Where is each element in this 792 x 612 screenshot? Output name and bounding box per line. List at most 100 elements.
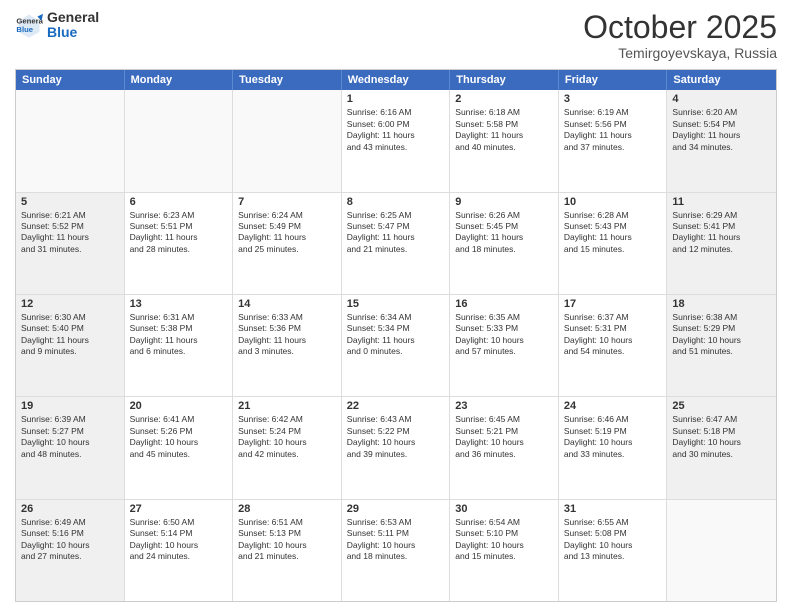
cal-cell: 16Sunrise: 6:35 AMSunset: 5:33 PMDayligh… [450,295,559,396]
cell-text: Sunrise: 6:19 AMSunset: 5:56 PMDaylight:… [564,107,662,153]
cal-cell: 18 Sunrise: 6:38 AMSunset: 5:29 PMDayligh… [667,295,776,396]
cell-text: Sunrise: 6:47 AMSunset: 5:18 PMDaylight:… [672,414,771,460]
cal-cell: 20Sunrise: 6:41 AMSunset: 5:26 PMDayligh… [125,397,234,498]
cell-text: Sunrise: 6:24 AMSunset: 5:49 PMDaylight:… [238,210,336,256]
day-number: 3 [564,93,662,105]
calendar-body: 1 Sunrise: 6:16 AMSunset: 6:00 PMDaylight… [16,90,776,601]
cal-cell: 27 Sunrise: 6:50 AMSunset: 5:14 PMDayligh… [125,500,234,601]
cell-text: Sunrise: 6:25 AMSunset: 5:47 PMDaylight:… [347,210,445,256]
cal-cell: 23 Sunrise: 6:45 AMSunset: 5:21 PMDayligh… [450,397,559,498]
logo-general: General [47,10,99,25]
day-number: 24 [564,400,662,412]
cell-text: Sunrise: 6:20 AMSunset: 5:54 PMDaylight:… [672,107,771,153]
cal-cell: 25 Sunrise: 6:47 AMSunset: 5:18 PMDayligh… [667,397,776,498]
day-number: 12 [21,298,119,310]
cal-cell: 15 Sunrise: 6:34 AMSunset: 5:34 PMDayligh… [342,295,451,396]
cal-cell: 10 Sunrise: 6:28 AMSunset: 5:43 PMDayligh… [559,193,668,294]
day-number: 26 [21,503,119,515]
calendar-header-row: SundayMondayTuesdayWednesdayThursdayFrid… [16,70,776,90]
cal-cell: 28 Sunrise: 6:51 AMSunset: 5:13 PMDayligh… [233,500,342,601]
day-number: 10 [564,196,662,208]
cell-text: Sunrise: 6:39 AMSunset: 5:27 PMDaylight:… [21,414,119,460]
cell-text: Sunrise: 6:21 AMSunset: 5:52 PMDaylight:… [21,210,119,256]
day-number: 2 [455,93,553,105]
page: General Blue General Blue October 2025 T… [0,0,792,612]
cell-text: Sunrise: 6:33 AMSunset: 5:36 PMDaylight:… [238,312,336,358]
cal-cell [233,90,342,191]
svg-text:Blue: Blue [16,25,33,34]
day-number: 28 [238,503,336,515]
cell-text: Sunrise: 6:31 AMSunset: 5:38 PMDaylight:… [130,312,228,358]
cal-header-wednesday: Wednesday [342,70,451,90]
day-number: 27 [130,503,228,515]
cal-week-2: 5 Sunrise: 6:21 AMSunset: 5:52 PMDaylight… [16,192,776,294]
calendar: SundayMondayTuesdayWednesdayThursdayFrid… [15,69,777,602]
cal-cell: 29Sunrise: 6:53 AMSunset: 5:11 PMDayligh… [342,500,451,601]
cal-cell: 1 Sunrise: 6:16 AMSunset: 6:00 PMDaylight… [342,90,451,191]
logo: General Blue General Blue [15,10,99,41]
cal-header-tuesday: Tuesday [233,70,342,90]
day-number: 25 [672,400,771,412]
cal-header-thursday: Thursday [450,70,559,90]
logo-icon: General Blue [15,11,43,39]
cal-cell: 11 Sunrise: 6:29 AMSunset: 5:41 PMDayligh… [667,193,776,294]
day-number: 19 [21,400,119,412]
cal-cell [667,500,776,601]
cell-text: Sunrise: 6:45 AMSunset: 5:21 PMDaylight:… [455,414,553,460]
day-number: 18 [672,298,771,310]
day-number: 13 [130,298,228,310]
cell-text: Sunrise: 6:55 AMSunset: 5:08 PMDaylight:… [564,517,662,563]
day-number: 1 [347,93,445,105]
cell-text: Sunrise: 6:41 AMSunset: 5:26 PMDaylight:… [130,414,228,460]
day-number: 14 [238,298,336,310]
cell-text: Sunrise: 6:18 AMSunset: 5:58 PMDaylight:… [455,107,553,153]
day-number: 11 [672,196,771,208]
cal-cell: 9Sunrise: 6:26 AMSunset: 5:45 PMDaylight… [450,193,559,294]
day-number: 15 [347,298,445,310]
cal-cell: 5 Sunrise: 6:21 AMSunset: 5:52 PMDaylight… [16,193,125,294]
cell-text: Sunrise: 6:54 AMSunset: 5:10 PMDaylight:… [455,517,553,563]
cal-cell: 26 Sunrise: 6:49 AMSunset: 5:16 PMDayligh… [16,500,125,601]
day-number: 30 [455,503,553,515]
cal-cell: 6Sunrise: 6:23 AMSunset: 5:51 PMDaylight… [125,193,234,294]
cell-text: Sunrise: 6:16 AMSunset: 6:00 PMDaylight:… [347,107,445,153]
cell-text: Sunrise: 6:35 AMSunset: 5:33 PMDaylight:… [455,312,553,358]
day-number: 5 [21,196,119,208]
month-title: October 2025 [583,10,777,45]
day-number: 4 [672,93,771,105]
cal-header-friday: Friday [559,70,668,90]
cal-week-3: 12Sunrise: 6:30 AMSunset: 5:40 PMDayligh… [16,294,776,396]
day-number: 31 [564,503,662,515]
cell-text: Sunrise: 6:51 AMSunset: 5:13 PMDaylight:… [238,517,336,563]
cal-header-saturday: Saturday [667,70,776,90]
cell-text: Sunrise: 6:26 AMSunset: 5:45 PMDaylight:… [455,210,553,256]
cal-cell: 12Sunrise: 6:30 AMSunset: 5:40 PMDayligh… [16,295,125,396]
day-number: 23 [455,400,553,412]
cell-text: Sunrise: 6:38 AMSunset: 5:29 PMDaylight:… [672,312,771,358]
cell-text: Sunrise: 6:43 AMSunset: 5:22 PMDaylight:… [347,414,445,460]
cal-cell: 17Sunrise: 6:37 AMSunset: 5:31 PMDayligh… [559,295,668,396]
cal-cell: 21 Sunrise: 6:42 AMSunset: 5:24 PMDayligh… [233,397,342,498]
cal-week-5: 26 Sunrise: 6:49 AMSunset: 5:16 PMDayligh… [16,499,776,601]
logo-blue: Blue [47,25,99,40]
cell-text: Sunrise: 6:23 AMSunset: 5:51 PMDaylight:… [130,210,228,256]
cell-text: Sunrise: 6:37 AMSunset: 5:31 PMDaylight:… [564,312,662,358]
cell-text: Sunrise: 6:49 AMSunset: 5:16 PMDaylight:… [21,517,119,563]
day-number: 21 [238,400,336,412]
cell-text: Sunrise: 6:50 AMSunset: 5:14 PMDaylight:… [130,517,228,563]
cell-text: Sunrise: 6:34 AMSunset: 5:34 PMDaylight:… [347,312,445,358]
cal-cell: 22 Sunrise: 6:43 AMSunset: 5:22 PMDayligh… [342,397,451,498]
cal-cell: 2 Sunrise: 6:18 AMSunset: 5:58 PMDaylight… [450,90,559,191]
cell-text: Sunrise: 6:42 AMSunset: 5:24 PMDaylight:… [238,414,336,460]
cal-cell: 3 Sunrise: 6:19 AMSunset: 5:56 PMDaylight… [559,90,668,191]
cal-week-4: 19 Sunrise: 6:39 AMSunset: 5:27 PMDayligh… [16,396,776,498]
cell-text: Sunrise: 6:29 AMSunset: 5:41 PMDaylight:… [672,210,771,256]
cal-header-sunday: Sunday [16,70,125,90]
cal-week-1: 1 Sunrise: 6:16 AMSunset: 6:00 PMDaylight… [16,90,776,191]
cal-cell: 4 Sunrise: 6:20 AMSunset: 5:54 PMDaylight… [667,90,776,191]
cal-cell: 19 Sunrise: 6:39 AMSunset: 5:27 PMDayligh… [16,397,125,498]
title-block: October 2025 Temirgoyevskaya, Russia [583,10,777,61]
cell-text: Sunrise: 6:28 AMSunset: 5:43 PMDaylight:… [564,210,662,256]
cell-text: Sunrise: 6:53 AMSunset: 5:11 PMDaylight:… [347,517,445,563]
day-number: 22 [347,400,445,412]
